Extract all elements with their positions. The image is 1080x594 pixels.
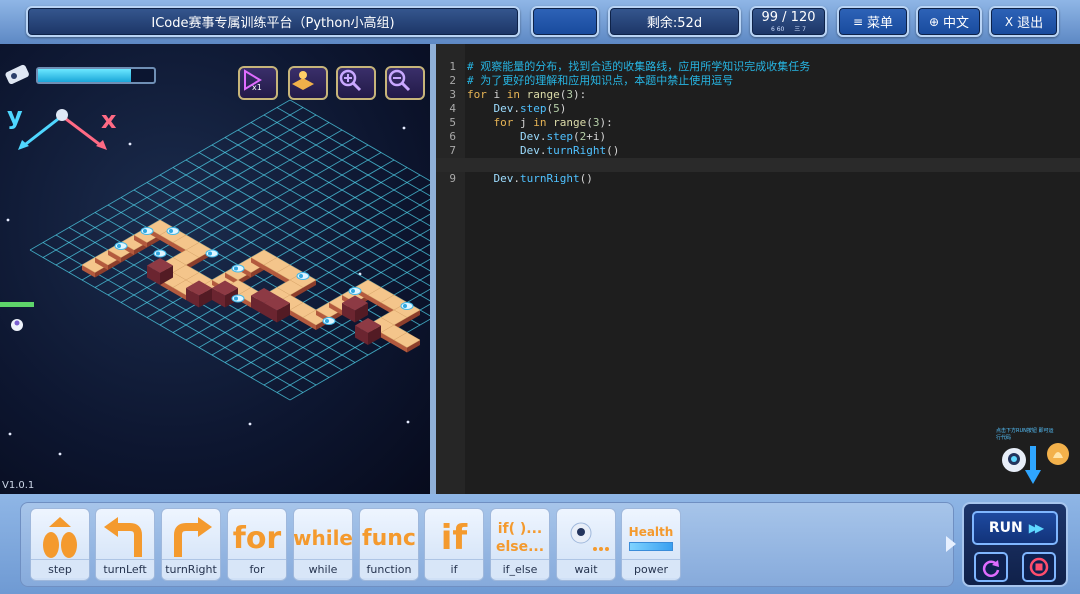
block-turn-left[interactable]: turnLeft <box>95 508 155 581</box>
block-while[interactable]: while while <box>293 508 353 581</box>
version-label: V1.0.1 <box>2 480 35 491</box>
block-for[interactable]: for for <box>227 508 287 581</box>
start-marker <box>0 302 34 307</box>
fast-forward-icon: ▶▶ <box>1028 521 1045 535</box>
turn-right-icon <box>174 517 212 557</box>
block-power[interactable]: Health power <box>621 508 681 581</box>
top-bar: ICode赛事专属训练平台（Python小高组) 剩余:52d 99 / 120… <box>0 0 1080 44</box>
star <box>6 218 10 222</box>
code-line[interactable]: 8 Dev.step(i-3) <box>436 144 1080 171</box>
map-grid <box>29 99 430 401</box>
block-step[interactable]: step <box>30 508 90 581</box>
blank-button[interactable] <box>531 6 599 37</box>
code-line[interactable]: 7 Dev.turnRight() <box>436 130 1080 157</box>
map-view-button[interactable] <box>288 66 328 100</box>
energy-core <box>299 274 303 278</box>
block-if-else[interactable]: if( )... else... if_else <box>490 508 550 581</box>
energy-core <box>234 296 238 301</box>
star <box>58 452 62 456</box>
play-speed-icon: x1 <box>244 69 262 92</box>
energy-core <box>351 289 355 293</box>
level-progress: 99 / 120 6 60 三 7 <box>750 6 827 37</box>
y-axis-label: y <box>7 102 23 130</box>
stop-icon <box>1029 557 1049 577</box>
zoom-out-icon <box>388 69 411 92</box>
block-function[interactable]: func function <box>359 508 419 581</box>
star <box>402 126 406 130</box>
code-line[interactable]: 6 Dev.step(2+i) <box>436 116 1080 143</box>
energy-core <box>143 229 147 233</box>
code-editor[interactable]: 1 # 观察能量的分布，找到合适的收集路线，应用所学知识完成收集任务 2 # 为了更… <box>436 44 1080 494</box>
grid-line <box>289 99 430 182</box>
mascot-robot <box>1002 443 1069 484</box>
code-block-palette: step turnLeft turnRight for for while wh… <box>20 502 954 587</box>
isometric-map: y x <box>0 64 430 456</box>
game-canvas[interactable]: y x x1 V1.0.1 <box>0 44 430 494</box>
block-if[interactable]: if if <box>424 508 484 581</box>
zoom-in-icon <box>339 69 362 92</box>
code-line[interactable]: 5 for j in range(3): <box>436 102 1080 129</box>
zoom-out-button[interactable] <box>385 66 425 100</box>
map-view-icon <box>292 71 314 90</box>
block-turn-right[interactable]: turnRight <box>161 508 221 581</box>
wait-icon <box>570 522 609 551</box>
star <box>128 142 132 146</box>
menu-button[interactable]: ≡ 菜单 <box>837 6 909 37</box>
energy-core <box>234 266 238 271</box>
run-button[interactable]: RUN ▶▶ <box>972 511 1058 545</box>
remaining-days: 剩余:52d <box>608 6 741 37</box>
code-line[interactable]: 1 # 观察能量的分布，找到合适的收集路线，应用所学知识完成收集任务 <box>436 46 1080 73</box>
svg-text:x1: x1 <box>252 83 262 92</box>
turn-left-icon <box>104 517 142 557</box>
zoom-in-button[interactable] <box>336 66 376 100</box>
language-button[interactable]: ⊕ 中文 <box>916 6 982 37</box>
palette-next-arrow[interactable] <box>946 536 956 552</box>
close-icon: X <box>1004 14 1014 29</box>
refresh-icon <box>982 560 1000 577</box>
health-bar-icon <box>629 542 673 551</box>
battery-icon <box>5 64 29 85</box>
energy-core <box>117 244 121 248</box>
block-wait[interactable]: wait <box>556 508 616 581</box>
x-axis-label: x <box>101 106 117 134</box>
line-number: 9 <box>449 172 456 185</box>
y-axis-arrow <box>21 114 63 149</box>
code-line-active[interactable]: 9 Dev.turnRight() <box>436 158 1080 185</box>
grid-line <box>263 114 430 212</box>
star <box>406 420 410 424</box>
code-line[interactable]: 2 # 为了更好的理解和应用知识点，本题中禁止使用逗号 <box>436 60 1080 87</box>
page-title: ICode赛事专属训练平台（Python小高组) <box>26 6 520 37</box>
menu-icon: ≡ <box>852 14 864 29</box>
energy-core <box>403 304 407 308</box>
energy-core <box>169 229 173 233</box>
star <box>8 432 12 436</box>
run-controls: RUN ▶▶ <box>962 502 1068 587</box>
globe-icon: ⊕ <box>928 14 940 29</box>
code-line[interactable]: 3 for i in range(3): <box>436 74 1080 101</box>
exit-button[interactable]: X 退出 <box>989 6 1059 37</box>
energy-bar <box>36 67 156 84</box>
energy-core <box>156 251 160 256</box>
energy-core <box>208 251 212 256</box>
x-axis-arrow <box>61 114 104 149</box>
star <box>248 422 252 426</box>
code-line[interactable]: 4 Dev.step(5) <box>436 88 1080 115</box>
robot-player <box>11 319 23 331</box>
stop-button[interactable] <box>1022 552 1056 582</box>
energy-fill <box>38 69 131 82</box>
bottom-toolbar: step turnLeft turnRight for for while wh… <box>0 494 1080 594</box>
step-icon <box>43 517 77 558</box>
origin-dot <box>56 109 68 121</box>
energy-core <box>325 319 329 323</box>
reset-button[interactable] <box>974 552 1008 582</box>
play-speed-button[interactable]: x1 <box>238 66 278 100</box>
axis-indicator: y x <box>7 102 117 150</box>
